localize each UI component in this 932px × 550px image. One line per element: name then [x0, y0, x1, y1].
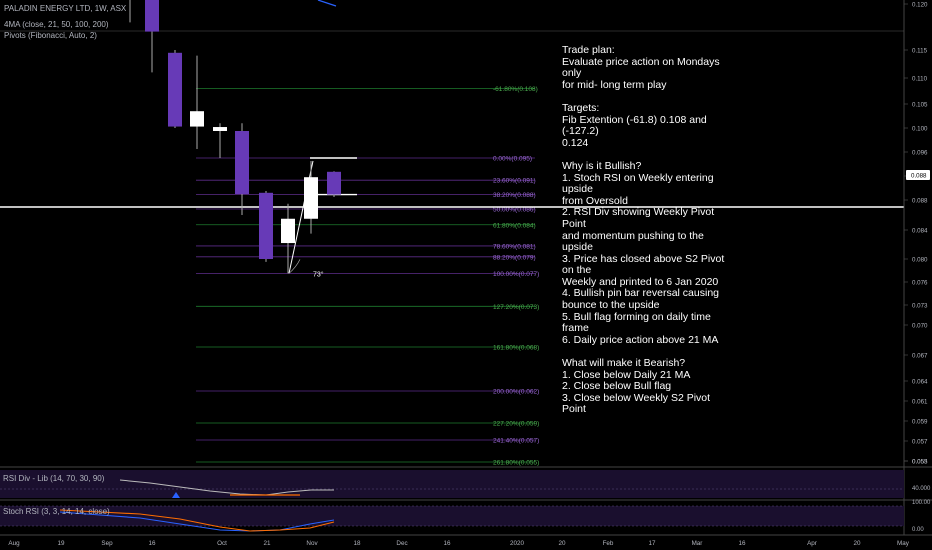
- candle-body: [168, 52, 182, 127]
- time-tick: 17: [648, 540, 656, 547]
- fib-label: 23.60%(0.091): [493, 178, 536, 185]
- candle-body: [190, 111, 204, 127]
- price-tick: 0.064: [912, 379, 928, 386]
- fib-label: 61.80%(0.084): [493, 222, 536, 229]
- rsi-pane-label: RSI Div - Lib (14, 70, 30, 90): [3, 474, 105, 483]
- time-tick: Apr: [807, 540, 817, 547]
- price-tick: 0.096: [912, 150, 928, 157]
- fib-label: 227.20%(0.059): [493, 421, 539, 428]
- candle-body: [327, 171, 341, 195]
- fib-label: -61.80%(0.108): [493, 86, 538, 93]
- price-tick: 0.057: [912, 439, 928, 446]
- stoch-pane: 100.00 0.00: [0, 499, 932, 533]
- candle-body: [281, 218, 295, 244]
- candle-body: [259, 192, 273, 259]
- price-tick: 0.067: [912, 353, 928, 360]
- price-chart[interactable]: -61.80%(0.108) 0.00%(0.095) 23.60%(0.091) 3…: [0, 0, 932, 550]
- rsi-pane: 40.000: [0, 466, 932, 498]
- price-tick: 0.084: [912, 228, 928, 235]
- time-tick: 21: [263, 540, 271, 547]
- time-tick: 16: [443, 540, 451, 547]
- fib-label: 161.80%(0.068): [493, 345, 539, 352]
- price-tick: 0.088: [912, 198, 928, 205]
- fib-label: 241.40%(0.057): [493, 438, 539, 445]
- candle-body: [213, 127, 227, 131]
- time-tick: 19: [57, 540, 65, 547]
- fib-label: 38.20%(0.088): [493, 192, 536, 199]
- legend-title: PALADIN ENERGY LTD, 1W, ASX: [4, 4, 127, 13]
- time-tick: 16: [738, 540, 746, 547]
- legend-pivots: Pivots (Fibonacci, Auto, 2): [4, 31, 97, 40]
- rsi-tick: 40.000: [912, 486, 931, 492]
- time-tick: Feb: [603, 540, 614, 547]
- time-tick: Mar: [692, 540, 703, 547]
- candle-body: [235, 131, 249, 194]
- price-tick: 0.115: [912, 48, 928, 55]
- time-tick: 16: [148, 540, 156, 547]
- current-price-label: 0.088: [911, 173, 927, 180]
- fib-label: 200.00%(0.062): [493, 389, 539, 396]
- time-tick: 2020: [510, 540, 525, 547]
- price-tick: 0.073: [912, 303, 928, 310]
- legend-ma: 4MA (close, 21, 50, 100, 200): [4, 20, 109, 29]
- time-tick: Aug: [8, 540, 20, 547]
- rsi-band: [0, 470, 904, 498]
- time-tick: 20: [558, 540, 566, 547]
- price-tick: 0.100: [912, 126, 928, 133]
- candle-body: [145, 0, 159, 32]
- trade-plan-notes: Trade plan: Evaluate price action on Mon…: [562, 44, 725, 416]
- time-tick: Sep: [101, 540, 113, 547]
- time-tick: Nov: [306, 540, 318, 547]
- fib-label: 0.00%(0.095): [493, 156, 532, 163]
- price-tick: 0.080: [912, 257, 928, 264]
- fib-label: 100.00%(0.077): [493, 271, 539, 278]
- fib-label: 261.80%(0.055): [493, 460, 539, 467]
- fib-label: 88.20%(0.079): [493, 254, 536, 261]
- price-tick: 0.070: [912, 323, 928, 330]
- stoch-tick-bottom: 0.00: [912, 527, 924, 533]
- stoch-tick-top: 100.00: [912, 500, 931, 506]
- fib-label: 127.20%(0.073): [493, 304, 539, 311]
- price-tick: 0.061: [912, 399, 928, 406]
- price-tick: 0.076: [912, 280, 928, 287]
- time-tick: 18: [353, 540, 361, 547]
- price-tick: 0.059: [912, 419, 928, 426]
- fib-label: 78.60%(0.081): [493, 243, 536, 250]
- stoch-band: [0, 506, 904, 526]
- time-tick: May: [897, 540, 910, 547]
- time-axis: Aug 19 Sep 16 Oct 21 Nov 18 Dec 16 2020 20 Feb 17 Mar 1…: [0, 534, 932, 547]
- price-tick: 0.120: [912, 2, 928, 9]
- price-tick: 0.053: [912, 459, 928, 466]
- time-tick: 20: [853, 540, 861, 547]
- time-tick: Dec: [396, 540, 407, 547]
- stoch-pane-label: Stoch RSI (3, 3, 14, 14, close): [3, 507, 110, 516]
- angle-label: 73°: [313, 270, 324, 278]
- time-tick: Oct: [217, 540, 227, 547]
- candle-body: [304, 177, 318, 219]
- price-tick: 0.110: [912, 76, 928, 83]
- price-tick: 0.105: [912, 102, 928, 109]
- main-pane-bg: [0, 0, 904, 466]
